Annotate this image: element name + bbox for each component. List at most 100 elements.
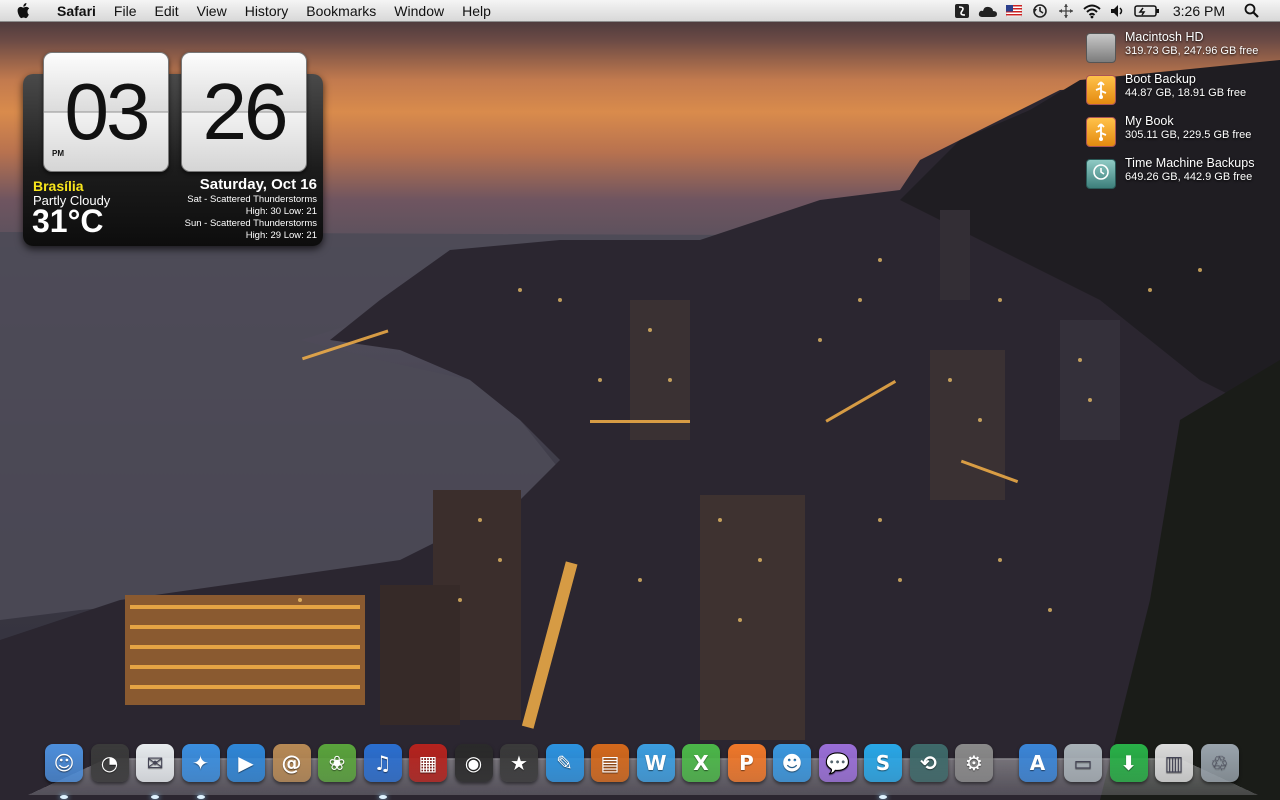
menu-bar: Safari File Edit View History Bookmarks … bbox=[0, 0, 1280, 22]
weather-date: Saturday, Oct 16 bbox=[199, 176, 317, 193]
dock-icon-glyph: ☺ bbox=[53, 751, 75, 775]
dock-icon-glyph: ▦ bbox=[418, 751, 438, 775]
office-word-icon[interactable]: W bbox=[636, 744, 675, 782]
office-excel-icon[interactable]: X bbox=[682, 744, 720, 782]
office-powerpoint-icon[interactable]: P bbox=[727, 744, 766, 782]
notes-app-icon[interactable]: ▤ bbox=[591, 744, 629, 782]
documents-folder-icon[interactable]: ▭ bbox=[1064, 744, 1102, 782]
photo-booth-icon[interactable]: ▦ bbox=[409, 744, 447, 782]
dock-icon-glyph: 💬 bbox=[825, 751, 850, 775]
skype-icon[interactable]: S bbox=[864, 744, 902, 782]
itunes-icon[interactable]: ♫ bbox=[363, 744, 402, 782]
menu-window[interactable]: Window bbox=[385, 0, 453, 22]
ichat-icon[interactable]: 💬 bbox=[818, 744, 857, 782]
wifi-icon[interactable] bbox=[1082, 3, 1102, 19]
spotlight-search-icon[interactable] bbox=[1242, 3, 1262, 19]
drive-name: Boot Backup bbox=[1125, 72, 1196, 86]
us-flag-input-icon[interactable] bbox=[1004, 3, 1024, 19]
pencil-app-icon[interactable]: ✎ bbox=[545, 744, 584, 782]
aperture-icon[interactable]: ◉ bbox=[454, 744, 493, 782]
dock-icon-glyph: A bbox=[1029, 751, 1046, 775]
dock-icon-glyph: ⟲ bbox=[920, 751, 937, 775]
system-preferences-icon[interactable]: ⚙ bbox=[955, 744, 993, 782]
clock-minute-card: 26 bbox=[181, 52, 307, 172]
trash-icon[interactable]: ♲ bbox=[1200, 744, 1239, 782]
dock-icon-glyph: ❀ bbox=[328, 751, 346, 775]
dock: ☺ ◔ ✉ ✦ ▶ @ ❀ ♫ ▦ ◉ ★ ✎ ▤ W X P ☻ 💬 S ⟲ ⚙ A ▭ ⬇ ▥ ♲ bbox=[0, 740, 1280, 800]
dock-icon-glyph: ✦ bbox=[192, 751, 209, 775]
address-book-icon[interactable]: @ bbox=[272, 744, 311, 782]
running-indicator bbox=[196, 795, 205, 799]
mail-icon[interactable]: ✉ bbox=[136, 744, 174, 782]
menu-file[interactable]: File bbox=[105, 0, 146, 22]
drive-size: 319.73 GB, 247.96 GB free bbox=[1125, 45, 1259, 57]
time-machine-icon[interactable]: ⟲ bbox=[909, 744, 948, 782]
running-indicator bbox=[60, 795, 68, 799]
drive-size: 44.87 GB, 18.91 GB free bbox=[1125, 87, 1247, 99]
script-menu-icon[interactable] bbox=[952, 3, 972, 19]
messenger-icon[interactable]: ☻ bbox=[773, 744, 811, 782]
forecast-day1-temps: High: 30 Low: 21 bbox=[245, 206, 317, 217]
running-indicator bbox=[378, 795, 387, 799]
external-usb-disk-icon bbox=[1086, 117, 1116, 147]
apple-menu-icon[interactable] bbox=[16, 2, 36, 19]
dock-icon-glyph: @ bbox=[281, 751, 302, 775]
downloads-folder-icon[interactable]: ⬇ bbox=[1109, 744, 1148, 782]
weather-city: Brasília bbox=[33, 178, 84, 194]
forecast-day2-conditions: Sun - Scattered Thunderstorms bbox=[184, 218, 317, 229]
drive-name: Macintosh HD bbox=[1125, 30, 1204, 44]
dock-icon-glyph: ✉ bbox=[146, 751, 164, 775]
menu-help[interactable]: Help bbox=[453, 0, 500, 22]
dock-icon-glyph: P bbox=[739, 751, 754, 775]
time-machine-disk-icon bbox=[1086, 159, 1116, 189]
dock-icon-glyph: ◉ bbox=[464, 751, 483, 775]
dock-icon-glyph: ◔ bbox=[100, 751, 119, 775]
dock-icon-glyph: X bbox=[693, 751, 709, 775]
menu-bookmarks[interactable]: Bookmarks bbox=[297, 0, 385, 22]
drive-name: My Book bbox=[1125, 114, 1174, 128]
dock-icon-glyph: S bbox=[875, 751, 891, 775]
forecast-day1-conditions: Sat - Scattered Thunderstorms bbox=[187, 194, 317, 205]
app-store-icon[interactable]: A bbox=[1018, 744, 1057, 782]
iphoto-icon[interactable]: ❀ bbox=[318, 744, 356, 782]
safari-icon[interactable]: ✦ bbox=[181, 744, 220, 782]
clock-minute: 26 bbox=[202, 67, 289, 156]
finder-icon[interactable]: ☺ bbox=[45, 744, 83, 782]
facetime-icon[interactable]: ▶ bbox=[227, 744, 265, 782]
spaces-icon[interactable] bbox=[1056, 3, 1076, 19]
dock-icon-glyph: ★ bbox=[510, 751, 528, 775]
dashboard-icon[interactable]: ◔ bbox=[90, 744, 129, 782]
volume-icon[interactable] bbox=[1108, 3, 1128, 19]
drive-macintosh-hd[interactable]: Macintosh HD 319.73 GB, 247.96 GB free bbox=[1086, 30, 1276, 67]
imovie-icon[interactable]: ★ bbox=[500, 744, 538, 782]
drive-name: Time Machine Backups bbox=[1125, 156, 1255, 170]
menubar-clock[interactable]: 3:26 PM bbox=[1173, 3, 1225, 19]
internal-disk-icon bbox=[1086, 33, 1116, 63]
drive-my-book[interactable]: My Book 305.11 GB, 229.5 GB free bbox=[1086, 114, 1276, 151]
drive-size: 649.26 GB, 442.9 GB free bbox=[1125, 171, 1253, 183]
stack-folder-icon[interactable]: ▥ bbox=[1155, 744, 1193, 782]
menu-view[interactable]: View bbox=[188, 0, 236, 22]
weather-temperature: 31°C bbox=[32, 203, 104, 239]
clock-ampm: PM bbox=[52, 149, 64, 158]
running-indicator bbox=[879, 795, 887, 799]
dock-icon-glyph: ▶ bbox=[238, 751, 254, 775]
battery-icon[interactable] bbox=[1134, 3, 1160, 19]
clock-hour-card: 03 PM bbox=[43, 52, 169, 172]
cloud-icon[interactable] bbox=[978, 3, 998, 19]
dock-icon-glyph: ▥ bbox=[1164, 751, 1184, 775]
menu-history[interactable]: History bbox=[236, 0, 298, 22]
drive-size: 305.11 GB, 229.5 GB free bbox=[1125, 129, 1252, 141]
dock-icon-glyph: ▭ bbox=[1073, 751, 1093, 775]
drive-time-machine-backups[interactable]: Time Machine Backups 649.26 GB, 442.9 GB… bbox=[1086, 156, 1276, 193]
flip-clock-weather-widget[interactable]: 03 PM 26 Brasília Partly Cloudy 31°C Sat… bbox=[23, 52, 323, 246]
clock-hour: 03 bbox=[64, 67, 151, 156]
dock-icon-glyph: ♲ bbox=[1210, 751, 1229, 775]
forecast-day2-temps: High: 29 Low: 21 bbox=[245, 230, 317, 241]
dock-icon-glyph: ☻ bbox=[781, 751, 803, 775]
dock-icon-glyph: ⚙ bbox=[965, 751, 983, 775]
time-machine-icon[interactable] bbox=[1030, 3, 1050, 19]
menu-edit[interactable]: Edit bbox=[145, 0, 187, 22]
app-menu-safari[interactable]: Safari bbox=[48, 0, 105, 22]
drive-boot-backup[interactable]: Boot Backup 44.87 GB, 18.91 GB free bbox=[1086, 72, 1276, 109]
